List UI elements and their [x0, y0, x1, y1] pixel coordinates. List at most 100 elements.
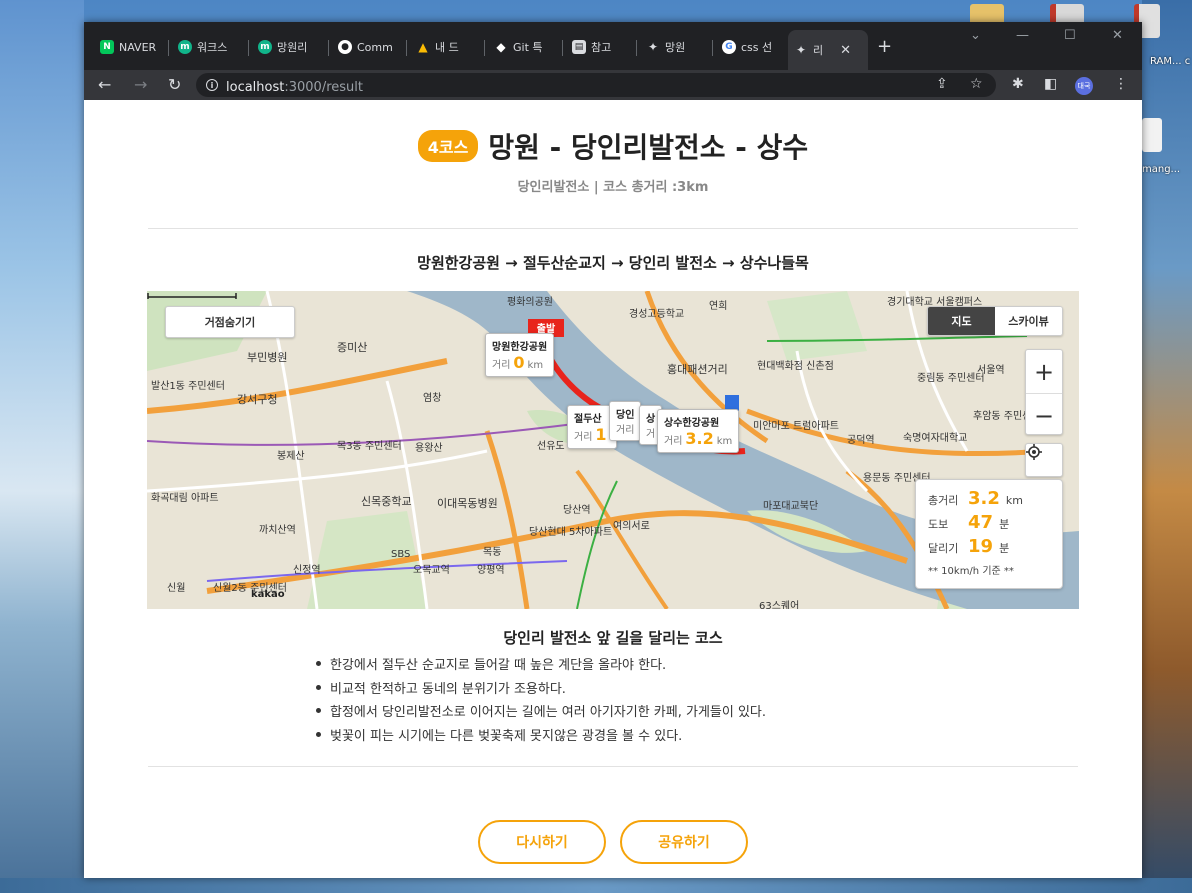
divider	[148, 766, 1078, 767]
infowindow-distance-label: 거	[646, 429, 656, 440]
infowindow-distance-label: 거리	[492, 360, 511, 371]
infowindow-name: 망원한강공원	[492, 342, 548, 353]
infowindow-mangwon[interactable]: 망원한강공원 거리 0 km	[485, 333, 555, 377]
extensions-puzzle-icon[interactable]: ✱	[1012, 76, 1024, 92]
zoom-out-button[interactable]: −	[1026, 394, 1062, 437]
tab-github[interactable]: ● Comm	[332, 32, 402, 62]
side-panel-icon[interactable]: ◧	[1044, 76, 1057, 92]
run-time-unit: 분	[999, 542, 1010, 555]
site-info-icon[interactable]: i	[206, 79, 218, 91]
list-item: 한강에서 절두산 순교지로 들어갈 때 높은 계단을 올라야 한다.	[316, 652, 936, 676]
google-drive-icon: ▲	[418, 40, 428, 54]
desktop-icon-label: mang...	[1142, 164, 1181, 175]
map-place-label: 중림동 주민센터	[917, 373, 985, 384]
map-place-label: 오목교역	[413, 565, 450, 576]
tab-search-icon[interactable]: ⌄	[970, 28, 981, 43]
tab-label: 참고	[591, 41, 612, 54]
back-arrow-icon[interactable]: ←	[98, 75, 111, 94]
map-place-label: 까치산역	[259, 525, 296, 536]
tab-naver[interactable]: N NAVER	[94, 32, 164, 62]
map-place-label: 화곡대림 아파트	[151, 493, 219, 504]
infowindow-danginri[interactable]: 당인 거리	[609, 401, 642, 441]
walk-time-value: 47	[968, 512, 994, 533]
close-tab-icon[interactable]: ✕	[840, 43, 851, 58]
tab-bar: N NAVER m 워크스 m 망원리 ● Comm ▲ 내 드 ◆ Git 특	[84, 22, 1142, 70]
tab-label: 망원리	[277, 41, 308, 54]
runner-icon: ✦	[647, 40, 659, 54]
reload-icon[interactable]: ↻	[168, 75, 181, 94]
map-place-label: 용왕산	[415, 443, 443, 454]
infowindow-sangsu[interactable]: 상수한강공원 거리 3.2 km	[657, 409, 740, 453]
zoom-control: + −	[1025, 349, 1063, 435]
map-place-label: 당산현대 5차아파트	[529, 527, 613, 538]
map-place-label: 신월	[167, 583, 186, 594]
tab-separator	[636, 40, 637, 56]
naver-icon: N	[100, 40, 114, 54]
total-distance-value: 3.2	[968, 488, 1000, 509]
map-place-label: 봉제산	[277, 451, 305, 462]
run-time-value: 19	[968, 536, 994, 557]
speed-basis-note: ** 10km/h 기준 **	[928, 566, 1014, 577]
tab-workspace[interactable]: m 워크스	[172, 32, 244, 62]
profile-avatar[interactable]: 대국	[1075, 77, 1093, 95]
tab-mangwon[interactable]: m 망원리	[252, 32, 324, 62]
page-title: 망원 - 당인리발전소 - 상수	[488, 131, 809, 164]
workspace-icon: m	[178, 40, 192, 54]
tab-separator	[484, 40, 485, 56]
tab-result-active[interactable]: ✦ 리 ✕	[788, 30, 868, 70]
git-icon: ◆	[496, 40, 506, 54]
menu-kebab-icon[interactable]: ⋮	[1114, 76, 1128, 92]
course-map[interactable]: 출발 평화의공원 경성고등학교 연희 경기대학교 서울캠퍼스 증미산 부민병원 …	[147, 291, 1079, 609]
course-number-badge: 4코스	[417, 130, 479, 162]
browser-window: N NAVER m 워크스 m 망원리 ● Comm ▲ 내 드 ◆ Git 특	[84, 22, 1142, 878]
map-scale-bar	[147, 293, 237, 299]
address-bar: ← → ↻ i localhost:3000/result ⇪ ☆ ✱ ◧ ⋮	[84, 70, 1142, 100]
route-summary: 망원한강공원 → 절두산순교지 → 당인리 발전소 → 상수나들목	[417, 254, 809, 272]
infowindow-name: 상수한강공원	[664, 418, 720, 429]
desktop-wallpaper-bottom	[0, 878, 1192, 893]
infowindow-name: 절두산	[574, 414, 602, 425]
map-place-label: 염창	[423, 393, 442, 404]
tab-git[interactable]: ◆ Git 특	[488, 32, 558, 62]
github-icon: ●	[338, 40, 352, 54]
map-type-skyview-button[interactable]: 스카이뷰	[995, 307, 1062, 335]
forward-arrow-icon[interactable]: →	[134, 75, 147, 94]
map-place-label: SBS	[391, 549, 411, 560]
tab-label: 내 드	[435, 41, 459, 54]
tab-reference[interactable]: ▤ 참고	[566, 32, 632, 62]
map-place-label: 마포대교북단	[763, 501, 819, 512]
retry-button[interactable]: 다시하기	[478, 820, 606, 864]
infowindow-distance-unit: km	[527, 360, 544, 371]
new-tab-button[interactable]: +	[877, 36, 892, 57]
map-place-label: 홍대패션거리	[667, 363, 728, 376]
window-close-icon[interactable]: ✕	[1112, 28, 1123, 43]
course-stats-panel: 총거리 3.2 km 도보 47 분 달리기 19 분 ** 10km/h 기준 **	[915, 479, 1063, 589]
url-input[interactable]: i localhost:3000/result	[196, 73, 996, 97]
mangwon-icon: m	[258, 40, 272, 54]
map-type-map-button[interactable]: 지도	[928, 307, 995, 335]
zoom-in-button[interactable]: +	[1026, 350, 1062, 393]
minimize-icon[interactable]: —	[1016, 28, 1029, 43]
infowindow-distance-value: 1	[595, 425, 607, 444]
tab-label: Git 특	[513, 41, 543, 54]
tab-css[interactable]: G css 선	[716, 32, 784, 62]
tab-google-drive[interactable]: ▲ 내 드	[410, 32, 480, 62]
share-icon[interactable]: ⇪	[936, 76, 948, 92]
desktop-doc-icon[interactable]	[1142, 118, 1162, 152]
result-page: 4코스 망원 - 당인리발전소 - 상수 당인리발전소 | 코스 총거리 :3k…	[84, 100, 1142, 878]
map-place-label: 이대목동병원	[437, 497, 498, 510]
infowindow-distance-unit: km	[716, 436, 733, 447]
bookmark-star-icon[interactable]: ☆	[970, 76, 983, 92]
desktop-icon-label: RAM... c	[1150, 56, 1191, 67]
total-distance-unit: km	[1005, 494, 1023, 507]
tab-mangwon-run[interactable]: ✦ 망원	[640, 32, 708, 62]
map-place-label: 서울역	[977, 365, 1005, 376]
url-path: :3000/result	[284, 79, 363, 95]
current-location-button[interactable]	[1025, 443, 1063, 477]
action-buttons: 다시하기 공유하기	[84, 820, 1142, 864]
map-place-label: 신목중학교	[361, 495, 412, 508]
desktop-wallpaper-left	[0, 0, 84, 893]
hide-places-button[interactable]: 거점숨기기	[165, 306, 295, 338]
maximize-icon[interactable]: ☐	[1064, 28, 1076, 43]
share-button[interactable]: 공유하기	[620, 820, 748, 864]
